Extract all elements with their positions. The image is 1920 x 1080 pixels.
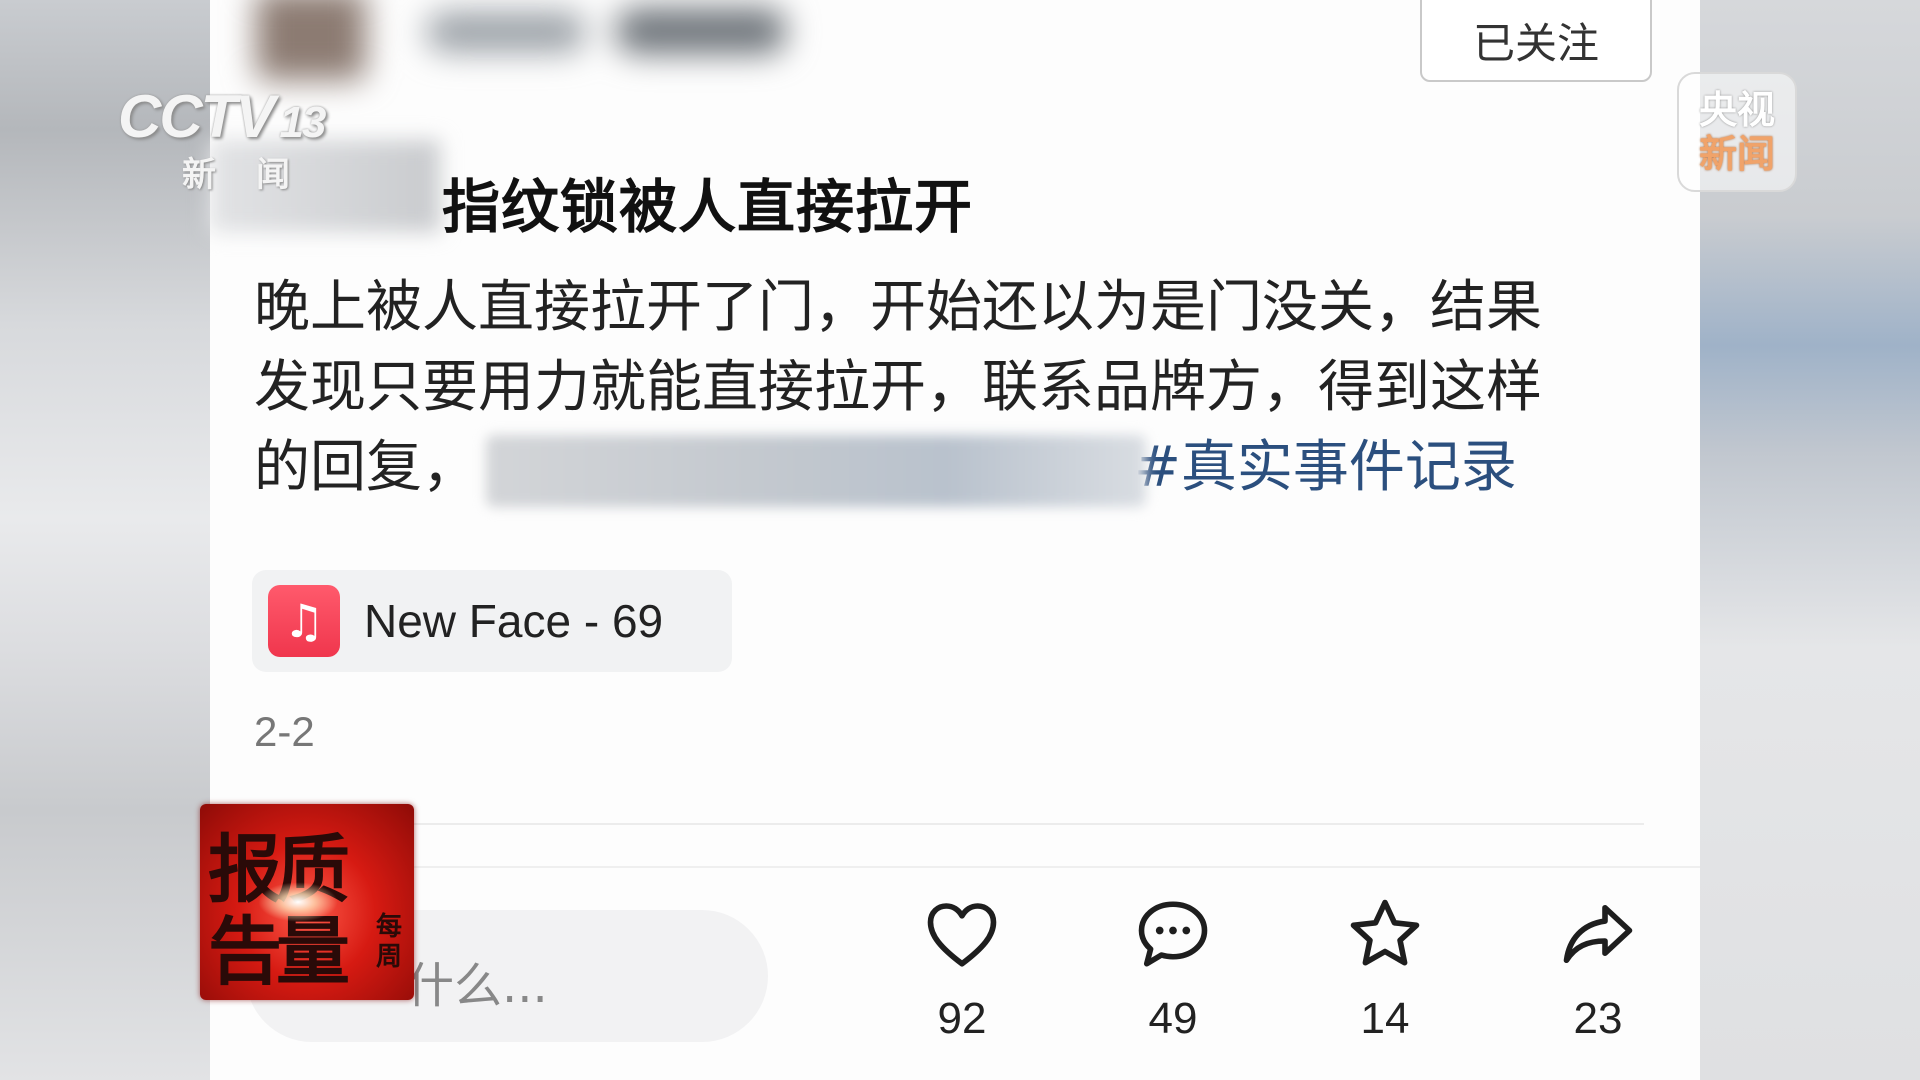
like-button[interactable]: 92: [892, 892, 1032, 1044]
stamp-flare: [258, 882, 338, 922]
music-note-icon: ♫: [268, 585, 340, 657]
post-body-line: 晚上被人直接拉开了门，开始还以为是门没关，结果: [254, 275, 1542, 340]
comment-bubble-icon: [1138, 901, 1208, 967]
blurred-mention: [486, 434, 1146, 507]
phone-screen: 已关注 指纹锁被人直接拉开 晚上被人直接拉开了门，开始还以为是门没关，结果 发现…: [210, 0, 1700, 1080]
cctv13-channel-logo: CCTV 13 新闻: [118, 82, 368, 195]
stamp-side: 每周: [376, 912, 403, 972]
share-button[interactable]: 23: [1528, 892, 1668, 1044]
news-badge-line1: 央视: [1698, 88, 1775, 132]
divider: [210, 866, 1700, 868]
post-body: 晚上被人直接拉开了门，开始还以为是门没关，结果 发现只要用力就能直接拉开，联系品…: [254, 268, 1634, 508]
cctv-news-badge: 央视 新闻: [1677, 72, 1797, 192]
follow-button[interactable]: 已关注: [1420, 0, 1652, 82]
channel-logo-sub: 新闻: [182, 155, 330, 195]
music-label: New Face - 69: [364, 595, 664, 647]
blurred-user-info: [246, 0, 926, 80]
favorite-count: 14: [1360, 994, 1410, 1043]
comment-count: 49: [1148, 994, 1198, 1043]
post-date: 2-2: [254, 708, 315, 755]
comment-button[interactable]: 49: [1103, 892, 1243, 1044]
star-icon: [1350, 899, 1420, 966]
heart-icon: [927, 903, 997, 967]
post-title: 指纹锁被人直接拉开: [442, 173, 974, 241]
divider: [254, 823, 1644, 825]
share-arrow-icon: [1563, 904, 1633, 964]
post-body-text: 的回复，: [254, 435, 478, 500]
channel-logo-number: 13: [279, 98, 326, 147]
post-body-line: 发现只要用力就能直接拉开，联系品牌方，得到这样: [254, 355, 1542, 420]
news-badge-line2: 新闻: [1698, 132, 1775, 176]
share-count: 23: [1573, 994, 1623, 1043]
like-count: 92: [937, 994, 987, 1043]
post-body-line: 的回复， #真实事件记录: [254, 428, 1634, 508]
channel-logo-text: CCTV: [118, 83, 275, 150]
hashtag-link[interactable]: #真实事件记录: [1134, 435, 1517, 500]
program-stamp-logo: 报质 告量 每周: [200, 804, 414, 1000]
favorite-button[interactable]: 14: [1315, 892, 1455, 1044]
comment-placeholder: 什么...: [406, 958, 548, 1014]
music-chip[interactable]: ♫ New Face - 69: [252, 570, 732, 672]
